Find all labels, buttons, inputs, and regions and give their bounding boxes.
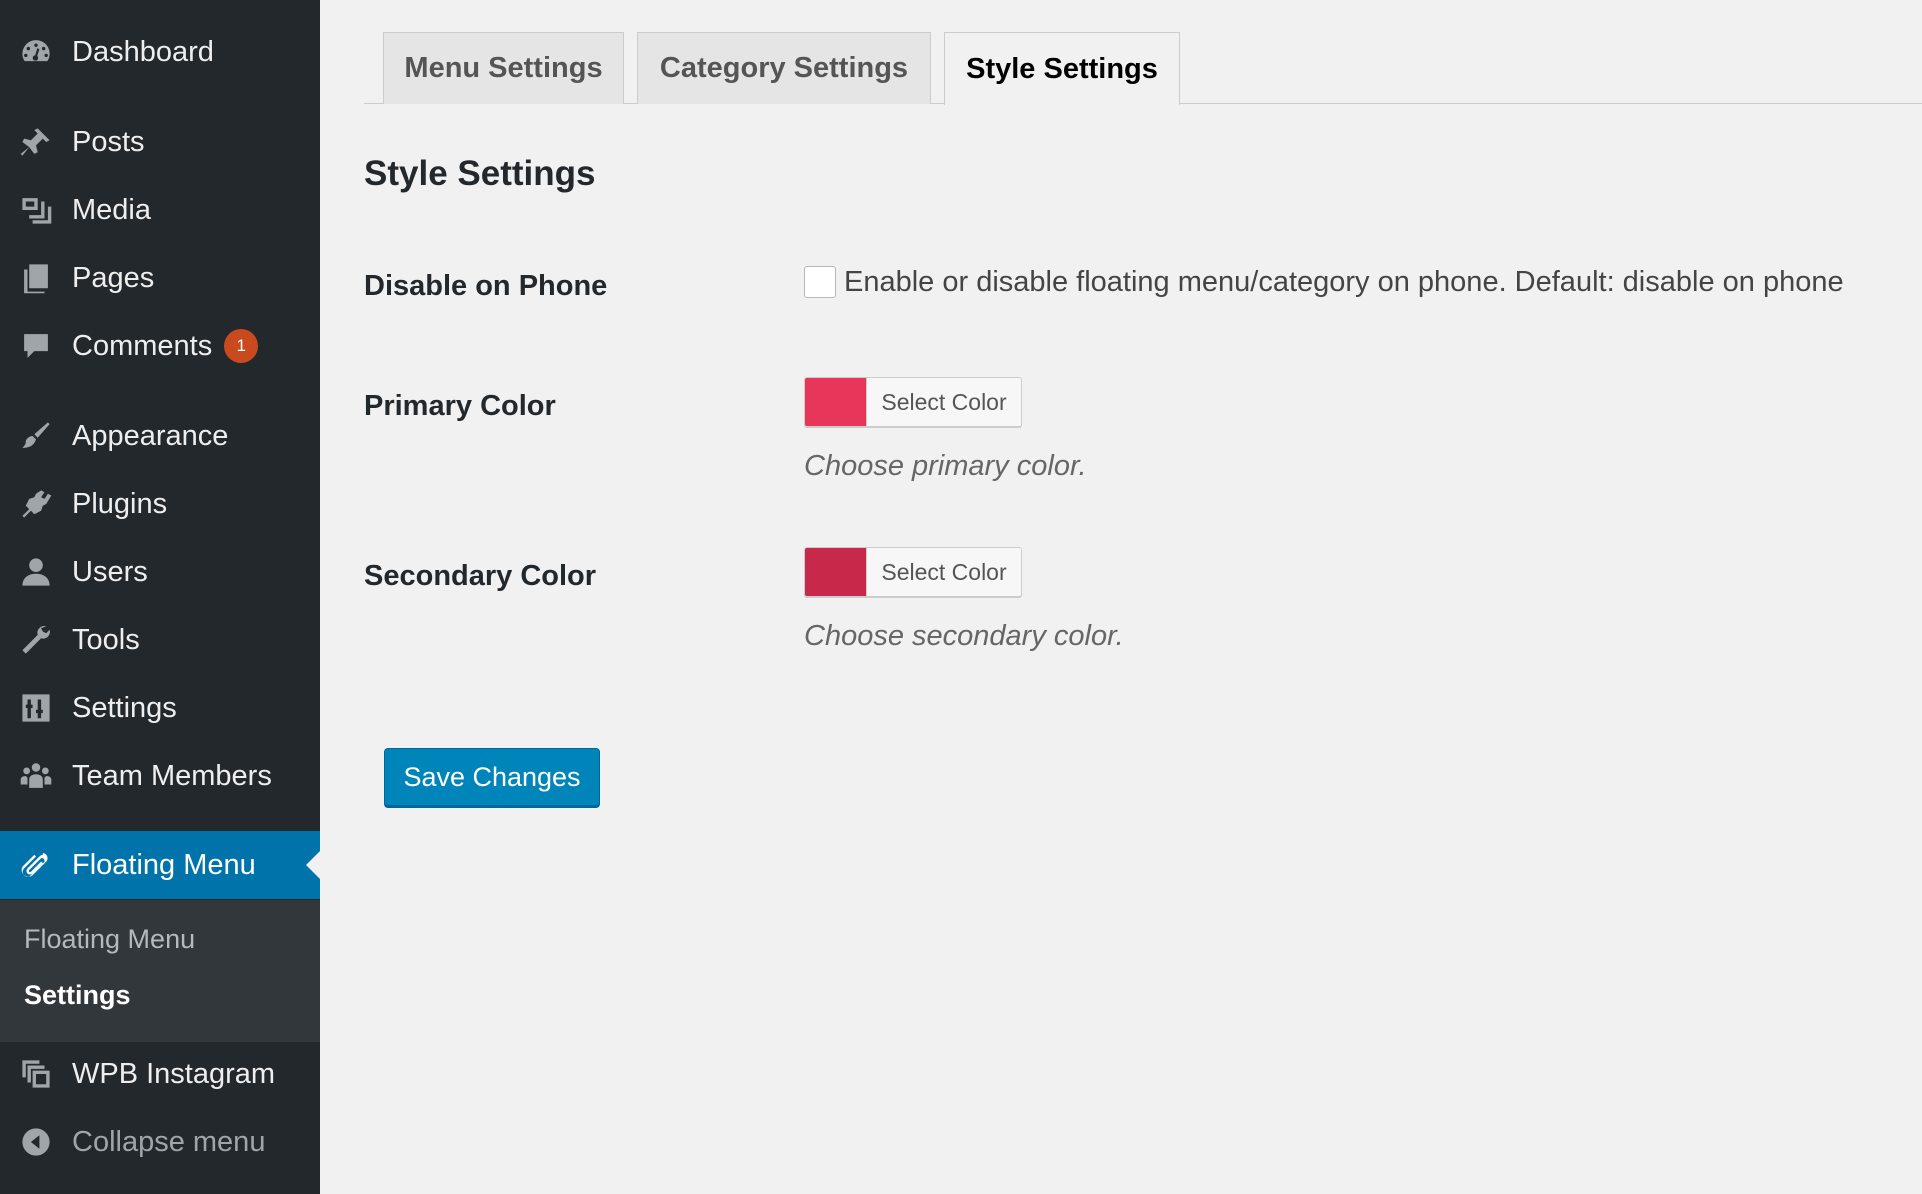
- wrench-icon: [18, 622, 54, 658]
- sidebar-item-team-members[interactable]: Team Members: [0, 742, 320, 810]
- comment-icon: [18, 328, 54, 364]
- disable-on-phone-label: Disable on Phone: [364, 270, 608, 302]
- tab-category-settings[interactable]: Category Settings: [637, 32, 931, 104]
- sidebar-item-media[interactable]: Media: [0, 176, 320, 244]
- tab-menu-settings[interactable]: Menu Settings: [383, 32, 624, 104]
- sidebar-item-users[interactable]: Users: [0, 538, 320, 606]
- sidebar-item-label: Pages: [72, 261, 155, 294]
- sidebar-item-floating-menu[interactable]: Floating Menu: [0, 831, 320, 899]
- admin-sidebar: Dashboard Posts Media Pages Comments 1 A…: [0, 0, 320, 1194]
- secondary-color-picker-button[interactable]: Select Color: [804, 547, 1022, 597]
- primary-color-description: Choose primary color.: [804, 450, 1087, 482]
- sidebar-item-label: Floating Menu: [72, 848, 256, 881]
- instagram-gallery-icon: [18, 1056, 54, 1092]
- paintbrush-icon: [18, 418, 54, 454]
- pin-icon: [18, 124, 54, 160]
- dashboard-icon: [18, 34, 54, 70]
- sidebar-item-label: Settings: [72, 691, 177, 724]
- sidebar-item-appearance[interactable]: Appearance: [0, 402, 320, 470]
- tab-style-settings[interactable]: Style Settings: [944, 32, 1180, 105]
- submenu-item-floating-menu[interactable]: Floating Menu: [24, 924, 195, 955]
- sidebar-item-label: Plugins: [72, 487, 168, 520]
- sidebar-item-settings[interactable]: Settings: [0, 674, 320, 742]
- primary-color-swatch: [805, 378, 867, 426]
- sidebar-item-posts[interactable]: Posts: [0, 108, 320, 176]
- sidebar-item-label: Media: [72, 193, 151, 226]
- settings-tabs: Menu Settings Category Settings Style Se…: [364, 32, 1922, 105]
- main-content: Menu Settings Category Settings Style Se…: [320, 0, 1922, 1194]
- submenu-item-settings[interactable]: Settings: [24, 980, 131, 1011]
- media-icon: [18, 192, 54, 228]
- paperclip-icon: [18, 847, 54, 883]
- secondary-color-description: Choose secondary color.: [804, 620, 1124, 652]
- sidebar-item-pages[interactable]: Pages: [0, 244, 320, 312]
- plugin-icon: [18, 486, 54, 522]
- sidebar-item-comments[interactable]: Comments 1: [0, 312, 320, 380]
- settings-icon: [18, 690, 54, 726]
- team-icon: [18, 758, 54, 794]
- sidebar-item-label: Users: [72, 555, 148, 588]
- sidebar-item-dashboard[interactable]: Dashboard: [0, 18, 320, 86]
- page-title: Style Settings: [364, 154, 596, 193]
- secondary-color-label: Secondary Color: [364, 560, 597, 592]
- sidebar-item-label: Comments: [72, 329, 213, 362]
- primary-color-label: Primary Color: [364, 390, 556, 422]
- select-color-label: Select Color: [867, 548, 1021, 596]
- user-icon: [18, 554, 54, 590]
- primary-color-picker-button[interactable]: Select Color: [804, 377, 1022, 427]
- collapse-menu-button[interactable]: Collapse menu: [0, 1108, 320, 1176]
- sidebar-item-label: Posts: [72, 125, 145, 158]
- sidebar-item-label: WPB Instagram: [72, 1057, 276, 1090]
- disable-on-phone-description: Enable or disable floating menu/category…: [844, 266, 1844, 298]
- secondary-color-swatch: [805, 548, 867, 596]
- pages-icon: [18, 260, 54, 296]
- sidebar-item-label: Appearance: [72, 419, 229, 452]
- floating-menu-submenu: Floating Menu Settings: [0, 900, 320, 1042]
- disable-on-phone-checkbox[interactable]: [804, 266, 836, 298]
- sidebar-item-label: Tools: [72, 623, 140, 656]
- sidebar-item-wpb-instagram[interactable]: WPB Instagram: [0, 1040, 320, 1108]
- sidebar-item-plugins[interactable]: Plugins: [0, 470, 320, 538]
- sidebar-item-label: Collapse menu: [72, 1125, 266, 1158]
- sidebar-item-label: Dashboard: [72, 35, 214, 68]
- collapse-arrow-icon: [18, 1124, 54, 1160]
- sidebar-item-label: Team Members: [72, 759, 272, 792]
- select-color-label: Select Color: [867, 378, 1021, 426]
- save-changes-button[interactable]: Save Changes: [384, 748, 600, 806]
- comment-count-badge: 1: [224, 329, 259, 363]
- sidebar-item-tools[interactable]: Tools: [0, 606, 320, 674]
